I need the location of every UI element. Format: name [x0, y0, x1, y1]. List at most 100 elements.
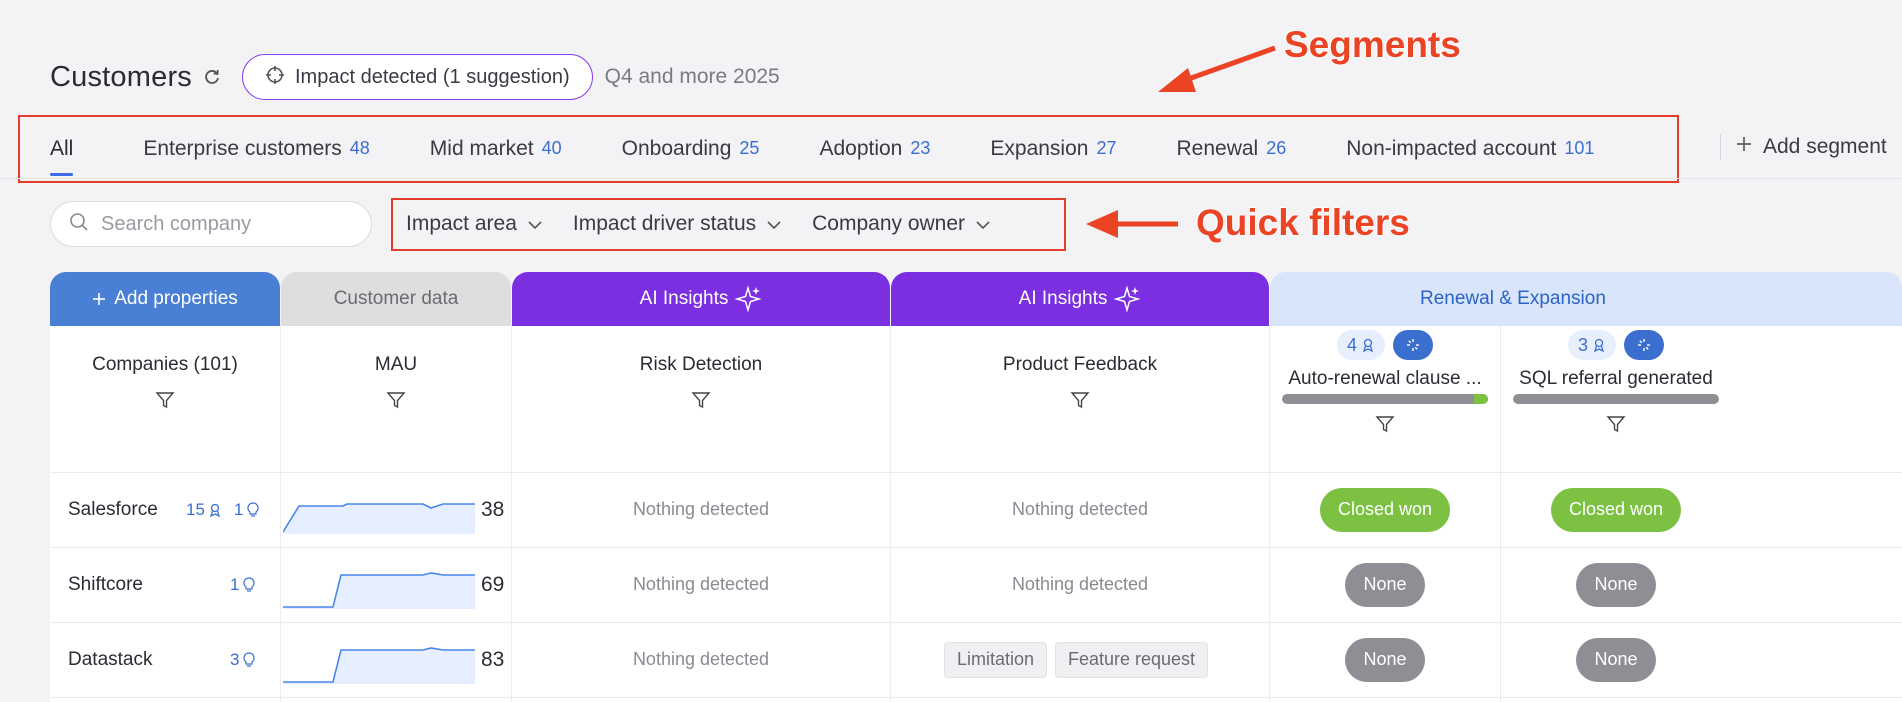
table-row-company[interactable]: Shiftcore	[68, 547, 143, 622]
tab-onboarding[interactable]: Onboarding 25	[622, 117, 760, 180]
page-title: Customers	[50, 60, 192, 93]
spinner-badge[interactable]	[1624, 330, 1664, 360]
table-row-company[interactable]: Salesforce	[68, 472, 158, 547]
sql-cell: None	[1501, 622, 1731, 697]
risk-value: Nothing detected	[632, 499, 770, 519]
ai-insights-label: AI Insights	[639, 288, 729, 309]
tab-label: All	[50, 136, 74, 160]
add-properties-button[interactable]: Add properties	[50, 272, 280, 326]
column-badges: 4	[1336, 330, 1433, 360]
renewal-expansion-label: Renewal & Expansion	[1420, 288, 1606, 309]
mau-value: 69	[481, 572, 505, 596]
progress-fill	[1473, 394, 1488, 404]
filter-impact-area[interactable]: Impact area	[406, 212, 543, 236]
badge-count: 3	[1577, 334, 1588, 355]
tab-label: Mid market	[429, 136, 534, 160]
tab-adoption[interactable]: Adoption 23	[819, 117, 930, 180]
customer-data-header: Customer data	[281, 272, 511, 326]
row-counts: 15 1	[186, 472, 260, 547]
status-badge[interactable]: Closed won	[1550, 487, 1682, 532]
status-badge[interactable]: None	[1576, 562, 1656, 607]
feedback-cell: Nothing detected	[891, 472, 1269, 547]
ai-insights-header-2: AI Insights	[891, 272, 1269, 326]
feedback-cell: Nothing detected	[891, 547, 1269, 622]
table-row-company[interactable]: Datastack	[68, 622, 152, 697]
idea-count[interactable]: 1	[234, 500, 260, 520]
row-counts: 1	[230, 547, 256, 622]
ribbon-count[interactable]: 15	[186, 500, 222, 520]
tab-count: 101	[1564, 138, 1595, 158]
search-box[interactable]	[50, 201, 372, 247]
tab-count: 23	[910, 138, 931, 158]
column-header-risk-detection[interactable]: Risk Detection	[512, 326, 890, 444]
company-name: Salesforce	[68, 498, 158, 520]
badge-count: 4	[1346, 334, 1357, 355]
tab-count: 26	[1266, 138, 1287, 158]
status-badge[interactable]: None	[1345, 562, 1425, 607]
mau-cell: 69	[283, 547, 504, 622]
ribbon-icon	[1363, 338, 1373, 352]
ai-insights-header-1: AI Insights	[512, 272, 890, 326]
spinner-badge[interactable]	[1393, 330, 1433, 360]
tab-all[interactable]: All	[50, 117, 74, 180]
column-header-mau[interactable]: MAU	[281, 326, 511, 444]
sql-cell: Closed won	[1501, 472, 1731, 547]
ai-insights-label: AI Insights	[1018, 288, 1108, 309]
add-properties-label: Add properties	[114, 288, 238, 309]
tab-mid-market[interactable]: Mid market 40	[430, 117, 562, 180]
company-name: Datastack	[68, 648, 153, 670]
plus-icon	[93, 293, 106, 305]
filter-icon[interactable]	[386, 390, 406, 416]
tab-expansion[interactable]: Expansion 27	[990, 117, 1116, 180]
idea-count[interactable]: 3	[230, 650, 256, 670]
count-badge: 4	[1336, 330, 1385, 360]
column-label: Product Feedback	[1002, 354, 1158, 375]
tab-count: 40	[541, 138, 562, 158]
refresh-icon[interactable]	[202, 67, 222, 87]
impact-detected-button[interactable]: Impact detected (1 suggestion)	[242, 54, 593, 100]
tab-label: Renewal	[1176, 136, 1259, 160]
tab-divider	[1720, 134, 1721, 160]
quick-filters-annotation: Quick filters	[1196, 202, 1410, 243]
filter-label: Impact driver status	[572, 212, 757, 235]
column-header-auto-renewal[interactable]: 4 Auto-renewal clause ...	[1270, 326, 1500, 444]
filter-icon[interactable]	[1375, 414, 1395, 440]
status-badge[interactable]: None	[1576, 637, 1656, 682]
filter-icon[interactable]	[1606, 414, 1626, 440]
tab-non-impacted-account[interactable]: Non-impacted account 101	[1346, 117, 1594, 180]
add-segment-label: Add segment	[1763, 135, 1887, 158]
count-value: 15	[186, 499, 205, 519]
mau-cell: 38	[283, 472, 504, 547]
column-header-companies[interactable]: Companies (101)	[50, 326, 280, 444]
progress-bar	[1513, 394, 1719, 404]
filter-impact-driver-status[interactable]: Impact driver status	[573, 212, 782, 236]
status-badge[interactable]: None	[1345, 637, 1425, 682]
spinner-icon	[1407, 339, 1419, 351]
column-header-sql-referral[interactable]: 3 SQL referral generated	[1501, 326, 1731, 444]
status-badge[interactable]: Closed won	[1319, 487, 1451, 532]
tab-enterprise-customers[interactable]: Enterprise customers 48	[143, 117, 369, 180]
add-segment-button[interactable]: Add segment	[1735, 130, 1887, 164]
tab-renewal[interactable]: Renewal 26	[1177, 117, 1287, 180]
tab-count: 27	[1096, 138, 1117, 158]
feedback-tag[interactable]: Limitation	[943, 641, 1047, 678]
column-label: Auto-renewal clause ...	[1288, 368, 1482, 389]
feedback-tag[interactable]: Feature request	[1054, 641, 1209, 678]
count-value: 3	[230, 649, 240, 669]
tab-label: Expansion	[990, 136, 1089, 160]
filter-icon[interactable]	[691, 390, 711, 416]
filter-icon[interactable]	[155, 390, 175, 416]
search-icon	[69, 212, 89, 237]
quick-filters: Impact area Impact driver status Company…	[406, 204, 1021, 244]
period-label: Q4 and more 2025	[604, 65, 780, 88]
spinner-icon	[1638, 339, 1650, 351]
customers-table: Add properties Customer data AI Insights…	[50, 272, 1902, 702]
search-input[interactable]	[101, 212, 341, 236]
segments-annotation: Segments	[1284, 24, 1461, 65]
column-header-product-feedback[interactable]: Product Feedback	[891, 326, 1269, 444]
filter-icon[interactable]	[1070, 390, 1090, 416]
segments-arrow	[1158, 45, 1276, 92]
idea-count[interactable]: 1	[230, 575, 256, 595]
mau-cell: 83	[283, 622, 504, 697]
filter-company-owner[interactable]: Company owner	[812, 212, 991, 236]
